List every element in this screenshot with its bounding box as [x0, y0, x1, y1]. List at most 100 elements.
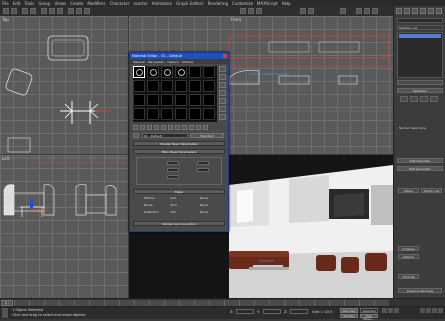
- selection-rollout[interactable]: Selection: [397, 88, 443, 93]
- modifier-stack[interactable]: [397, 32, 443, 78]
- go-to-end-icon[interactable]: [394, 308, 399, 313]
- region-icon[interactable]: [57, 8, 63, 14]
- menu-item[interactable]: Customize: [232, 1, 253, 6]
- material-editor-icon[interactable]: [340, 8, 346, 14]
- stack-item-selected[interactable]: [399, 34, 441, 38]
- undo-icon[interactable]: [3, 8, 9, 14]
- material-menu-item[interactable]: Navigation: [148, 60, 164, 64]
- opacity-spinner[interactable]: [197, 168, 209, 172]
- soft-selection-rollout[interactable]: Soft Selection: [397, 158, 443, 163]
- sample-slot[interactable]: [133, 108, 145, 120]
- render-setup-icon[interactable]: [356, 8, 362, 14]
- shader-basic-rollout[interactable]: Shader Basic Parameters: [133, 141, 225, 146]
- sample-slot[interactable]: [189, 66, 201, 78]
- menu-item[interactable]: reactor: [133, 1, 147, 6]
- key-filters-button[interactable]: Key Filters...: [360, 314, 378, 321]
- create-tab-icon[interactable]: [396, 8, 402, 14]
- sample-slot[interactable]: [203, 66, 215, 78]
- modify-tab-icon[interactable]: [404, 8, 410, 14]
- put-to-library-icon[interactable]: [175, 125, 180, 130]
- sample-slot[interactable]: [161, 108, 173, 120]
- percent-snap-icon[interactable]: [256, 8, 262, 14]
- sample-slot[interactable]: [175, 108, 187, 120]
- rotate-icon[interactable]: [76, 8, 82, 14]
- sample-slot[interactable]: [189, 108, 201, 120]
- select-by-name-icon[interactable]: [49, 8, 55, 14]
- render-icon[interactable]: [364, 8, 370, 14]
- put-to-scene-icon[interactable]: [140, 125, 145, 130]
- display-tab-icon[interactable]: [428, 8, 434, 14]
- material-editor-window[interactable]: Material Editor - 01 - Default Material N…: [129, 52, 229, 232]
- sample-slot[interactable]: [203, 94, 215, 106]
- menu-item[interactable]: MAXScript: [257, 1, 278, 6]
- z-coord-field[interactable]: [290, 309, 308, 314]
- select-icon[interactable]: [41, 8, 47, 14]
- sample-slot[interactable]: [203, 80, 215, 92]
- attach-button[interactable]: Attach: [398, 188, 419, 193]
- modifier-list-dropdown[interactable]: Modifier List: [397, 25, 443, 30]
- map-amount[interactable]: 100: [170, 196, 176, 200]
- maps-rollout[interactable]: Maps: [133, 189, 225, 194]
- reset-map-icon[interactable]: [154, 125, 159, 130]
- menu-item[interactable]: Tools: [24, 1, 34, 6]
- specular-swatch[interactable]: [167, 175, 179, 179]
- stack-tools-bar[interactable]: [397, 80, 443, 85]
- quick-render-icon[interactable]: [372, 8, 378, 14]
- close-icon[interactable]: [223, 54, 227, 58]
- sample-slot[interactable]: [147, 66, 159, 78]
- sample-slot[interactable]: [161, 66, 173, 78]
- redo-icon[interactable]: [11, 8, 17, 14]
- utilities-tab-icon[interactable]: [436, 8, 442, 14]
- video-color-icon[interactable]: [219, 98, 226, 104]
- orbit-icon[interactable]: [432, 308, 437, 313]
- link-icon[interactable]: [22, 8, 28, 14]
- menu-item[interactable]: Graph Editors: [176, 1, 203, 6]
- material-menu-item[interactable]: Options: [167, 60, 179, 64]
- copy-material-icon[interactable]: [161, 125, 166, 130]
- zoom-icon[interactable]: [420, 308, 425, 313]
- attach-list-button[interactable]: Attach List: [421, 188, 442, 193]
- sample-slot[interactable]: [147, 94, 159, 106]
- map-amount[interactable]: 30.0: [170, 203, 177, 207]
- menu-item[interactable]: Modifiers: [87, 1, 105, 6]
- edge-button[interactable]: [410, 96, 418, 102]
- motion-tab-icon[interactable]: [420, 8, 426, 14]
- sample-slot[interactable]: [175, 80, 187, 92]
- align-icon[interactable]: [308, 8, 314, 14]
- object-name-field[interactable]: [397, 18, 443, 23]
- detach-button[interactable]: Detach: [398, 254, 419, 259]
- sample-slot[interactable]: [161, 80, 173, 92]
- edit-geometry-rollout[interactable]: Edit Geometry: [397, 166, 443, 171]
- sample-slot[interactable]: [133, 94, 145, 106]
- menu-item[interactable]: Rendering: [208, 1, 228, 6]
- self-illum-spinner[interactable]: [197, 161, 209, 165]
- menu-item[interactable]: File: [2, 1, 9, 6]
- sample-slot[interactable]: [175, 66, 187, 78]
- go-to-start-icon[interactable]: [382, 308, 387, 313]
- menu-item[interactable]: Views: [55, 1, 67, 6]
- polygon-button[interactable]: [430, 96, 438, 102]
- border-button[interactable]: [420, 96, 428, 102]
- explode-button[interactable]: Explode: [398, 274, 419, 279]
- y-coord-field[interactable]: [263, 309, 281, 314]
- background-icon[interactable]: [219, 82, 226, 88]
- shader-type-button[interactable]: Standard: [190, 133, 224, 138]
- sample-slot[interactable]: [189, 80, 201, 92]
- maximize-viewport-icon[interactable]: [438, 308, 443, 313]
- sample-slot[interactable]: [133, 66, 145, 78]
- backlight-icon[interactable]: [219, 74, 226, 80]
- uv-tiling-icon[interactable]: [219, 90, 226, 96]
- viewport-top[interactable]: Top: [0, 16, 128, 154]
- menu-item[interactable]: Group: [38, 1, 50, 6]
- viewport-left[interactable]: Left: [0, 155, 128, 298]
- material-effects-icon[interactable]: [182, 125, 187, 130]
- make-preview-icon[interactable]: [219, 106, 226, 112]
- menu-item[interactable]: Create: [70, 1, 83, 6]
- mirror-icon[interactable]: [300, 8, 306, 14]
- angle-snap-icon[interactable]: [248, 8, 254, 14]
- unlink-icon[interactable]: [30, 8, 36, 14]
- menu-item[interactable]: Edit: [13, 1, 21, 6]
- get-material-icon[interactable]: [133, 125, 138, 130]
- menu-item[interactable]: Animation: [152, 1, 172, 6]
- x-coord-field[interactable]: [236, 309, 254, 314]
